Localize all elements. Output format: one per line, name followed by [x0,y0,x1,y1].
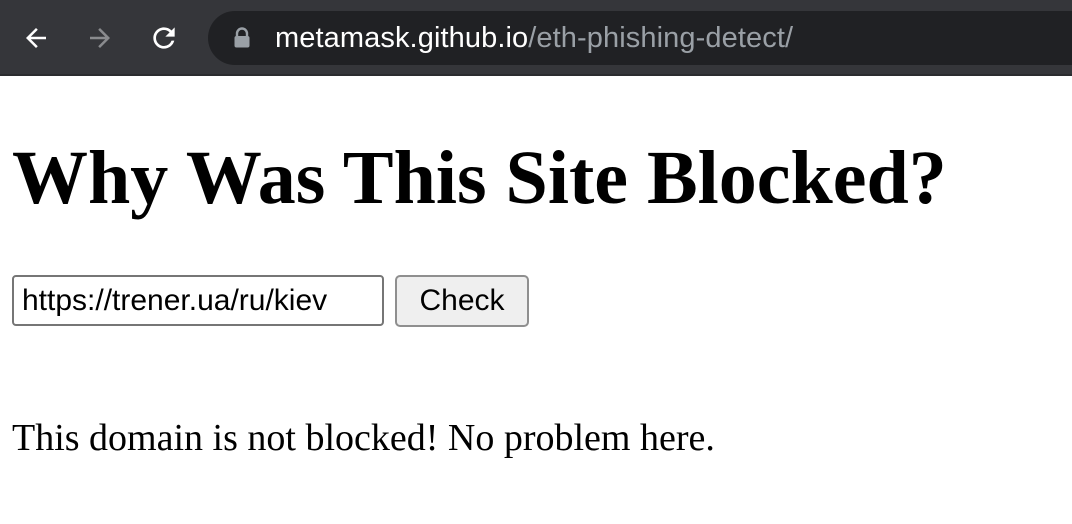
page-title: Why Was This Site Blocked? [12,136,947,220]
domain-check-input[interactable] [12,275,384,326]
forward-arrow-icon [90,28,110,48]
address-url[interactable]: metamask.github.io/eth-phishing-detect/ [275,22,793,55]
url-host: metamask.github.io [275,21,529,54]
url-path: /eth-phishing-detect/ [528,21,794,54]
browser-toolbar: metamask.github.io/eth-phishing-detect/ [0,0,1072,76]
reload-button[interactable] [146,20,182,56]
result-message: This domain is not blocked! No problem h… [12,417,715,459]
address-bar[interactable]: metamask.github.io/eth-phishing-detect/ [208,11,1072,65]
reload-icon [153,27,175,49]
lock-icon[interactable] [233,26,253,50]
back-arrow-icon [26,28,46,48]
check-button[interactable]: Check [395,275,529,327]
back-button[interactable] [18,20,54,56]
forward-button[interactable] [82,20,118,56]
